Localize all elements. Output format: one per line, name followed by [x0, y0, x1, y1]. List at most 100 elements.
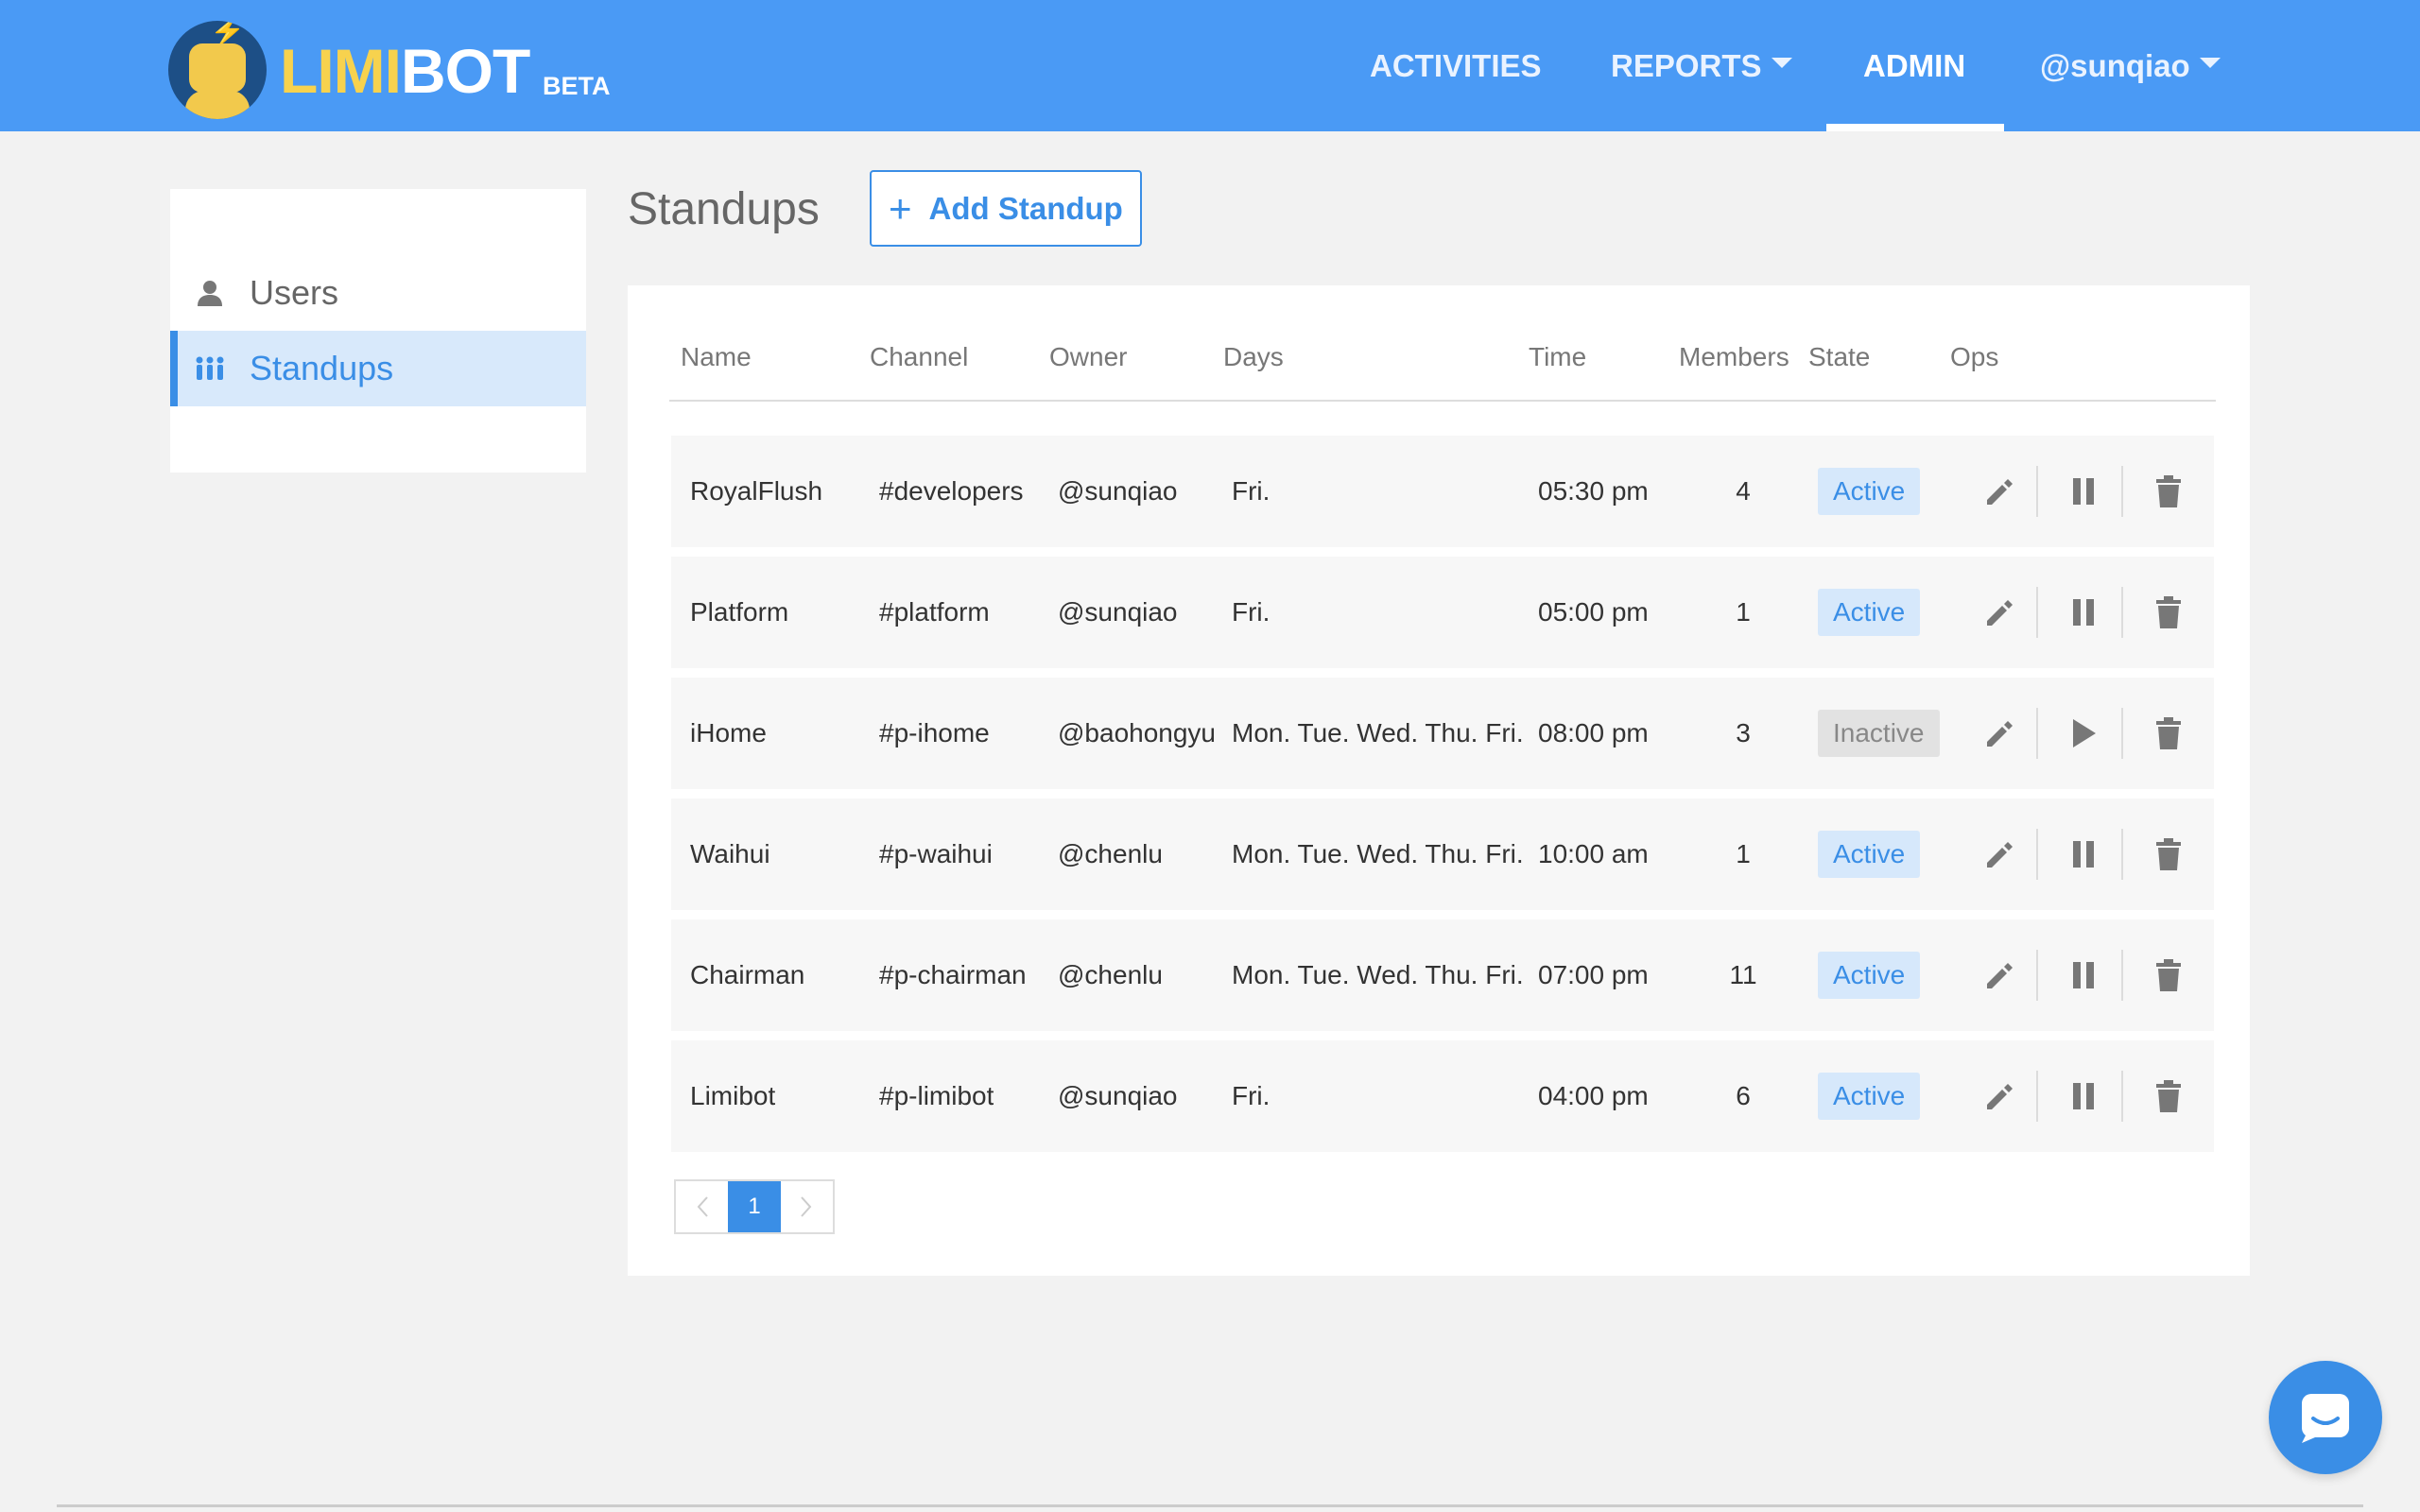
page-title: Standups: [628, 184, 820, 234]
people-icon: [191, 355, 229, 382]
standup-owner: @sunqiao: [1058, 1081, 1178, 1110]
col-header-state: State: [1808, 342, 1871, 371]
nav-reports[interactable]: REPORTS: [1611, 0, 1792, 131]
standup-time: 04:00 pm: [1538, 1081, 1649, 1110]
status-badge: Inactive: [1818, 710, 1940, 757]
sidebar-item-label: Standups: [250, 349, 394, 387]
edit-pencil-icon[interactable]: [1980, 956, 2018, 994]
table-header-divider: [669, 400, 2216, 402]
beta-badge: BETA: [543, 72, 611, 100]
standup-members: 1: [1736, 597, 1751, 627]
chevron-right-icon[interactable]: [781, 1181, 833, 1232]
pagination: 1: [674, 1179, 835, 1234]
col-header-days: Days: [1223, 342, 1284, 371]
standup-time: 10:00 am: [1538, 839, 1649, 868]
standup-time: 05:00 pm: [1538, 597, 1649, 627]
col-header-channel: Channel: [870, 342, 969, 371]
play-icon[interactable]: [2065, 714, 2102, 752]
standup-days: Mon. Tue. Wed. Thu. Fri.: [1232, 839, 1524, 868]
user-icon: [191, 279, 229, 307]
trash-icon[interactable]: [2150, 956, 2187, 994]
chevron-down-icon: [2199, 58, 2221, 68]
status-badge: Active: [1818, 1073, 1921, 1120]
plus-icon: +: [889, 185, 912, 231]
nav-admin[interactable]: ADMIN: [1863, 0, 1965, 131]
standup-members: 1: [1736, 839, 1751, 868]
standup-name: Chairman: [690, 960, 805, 989]
top-navbar: ⚡ LIMIBOT BETA ACTIVITIES REPORTS ADMIN …: [0, 0, 2420, 131]
trash-icon[interactable]: [2150, 593, 2187, 631]
standup-owner: @chenlu: [1058, 960, 1163, 989]
standup-owner: @sunqiao: [1058, 597, 1178, 627]
table-row: Limibot #p-limibot @sunqiao Fri. 04:00 pm 6 Ac…: [671, 1040, 2214, 1152]
trash-icon[interactable]: [2150, 714, 2187, 752]
pause-icon[interactable]: [2065, 956, 2102, 994]
standup-days: Fri.: [1232, 476, 1270, 506]
standup-name: RoyalFlush: [690, 476, 823, 506]
standup-owner: @chenlu: [1058, 839, 1163, 868]
sidebar-item-label: Users: [250, 273, 339, 312]
standup-name: Limibot: [690, 1081, 776, 1110]
standup-members: 11: [1729, 960, 1757, 989]
trash-icon[interactable]: [2150, 835, 2187, 873]
standup-owner: @baohongyu: [1058, 718, 1217, 747]
pause-icon[interactable]: [2065, 593, 2102, 631]
ops-divider: [2036, 829, 2038, 880]
ops-divider: [2121, 1071, 2123, 1122]
col-header-name: Name: [681, 342, 752, 371]
status-badge: Active: [1818, 468, 1921, 515]
admin-sidebar: Users Standups: [170, 189, 586, 472]
ops-divider: [2036, 950, 2038, 1001]
ops-divider: [2121, 587, 2123, 638]
chevron-left-icon[interactable]: [676, 1181, 728, 1232]
edit-pencil-icon[interactable]: [1980, 835, 2018, 873]
standup-members: 6: [1736, 1081, 1751, 1110]
chevron-down-icon: [1771, 58, 1792, 68]
standup-name: Waihui: [690, 839, 770, 868]
user-menu[interactable]: @sunqiao: [2040, 0, 2221, 131]
col-header-members: Members: [1679, 342, 1789, 371]
status-badge: Active: [1818, 589, 1921, 636]
edit-pencil-icon[interactable]: [1980, 714, 2018, 752]
sidebar-item-standups[interactable]: Standups: [170, 331, 586, 406]
standup-owner: @sunqiao: [1058, 476, 1178, 506]
table-row: Waihui #p-waihui @chenlu Mon. Tue. Wed. Thu…: [671, 799, 2214, 910]
pause-icon[interactable]: [2065, 1077, 2102, 1115]
standup-channel: #p-ihome: [879, 718, 990, 747]
sidebar-item-users[interactable]: Users: [170, 255, 586, 331]
col-header-ops: Ops: [1950, 342, 1999, 371]
edit-pencil-icon[interactable]: [1980, 593, 2018, 631]
edit-pencil-icon[interactable]: [1980, 472, 2018, 510]
trash-icon[interactable]: [2150, 1077, 2187, 1115]
standup-channel: #platform: [879, 597, 990, 627]
status-badge: Active: [1818, 831, 1921, 878]
col-header-time: Time: [1529, 342, 1587, 371]
ops-divider: [2121, 829, 2123, 880]
ops-divider: [2036, 587, 2038, 638]
ops-divider: [2036, 466, 2038, 517]
standup-time: 08:00 pm: [1538, 718, 1649, 747]
page-bottom-border: [57, 1504, 2363, 1507]
standup-time: 05:30 pm: [1538, 476, 1649, 506]
standup-channel: #p-limibot: [879, 1081, 994, 1110]
standup-days: Mon. Tue. Wed. Thu. Fri.: [1232, 718, 1524, 747]
add-standup-label: Add Standup: [928, 190, 1123, 226]
brand-name: LIMIBOT: [280, 36, 530, 106]
chat-bubble-icon[interactable]: [2269, 1361, 2382, 1474]
standup-name: Platform: [690, 597, 789, 627]
edit-pencil-icon[interactable]: [1980, 1077, 2018, 1115]
ops-divider: [2036, 708, 2038, 759]
ops-divider: [2121, 708, 2123, 759]
trash-icon[interactable]: [2150, 472, 2187, 510]
add-standup-button[interactable]: + Add Standup: [870, 170, 1142, 247]
standup-channel: #p-waihui: [879, 839, 993, 868]
page-number-button[interactable]: 1: [728, 1181, 781, 1232]
active-nav-indicator: [1826, 124, 2004, 131]
nav-activities[interactable]: ACTIVITIES: [1370, 0, 1542, 131]
pause-icon[interactable]: [2065, 835, 2102, 873]
standup-members: 4: [1736, 476, 1751, 506]
ops-divider: [2121, 950, 2123, 1001]
standup-days: Fri.: [1232, 1081, 1270, 1110]
pause-icon[interactable]: [2065, 472, 2102, 510]
table-row: iHome #p-ihome @baohongyu Mon. Tue. Wed. Th…: [671, 678, 2214, 789]
